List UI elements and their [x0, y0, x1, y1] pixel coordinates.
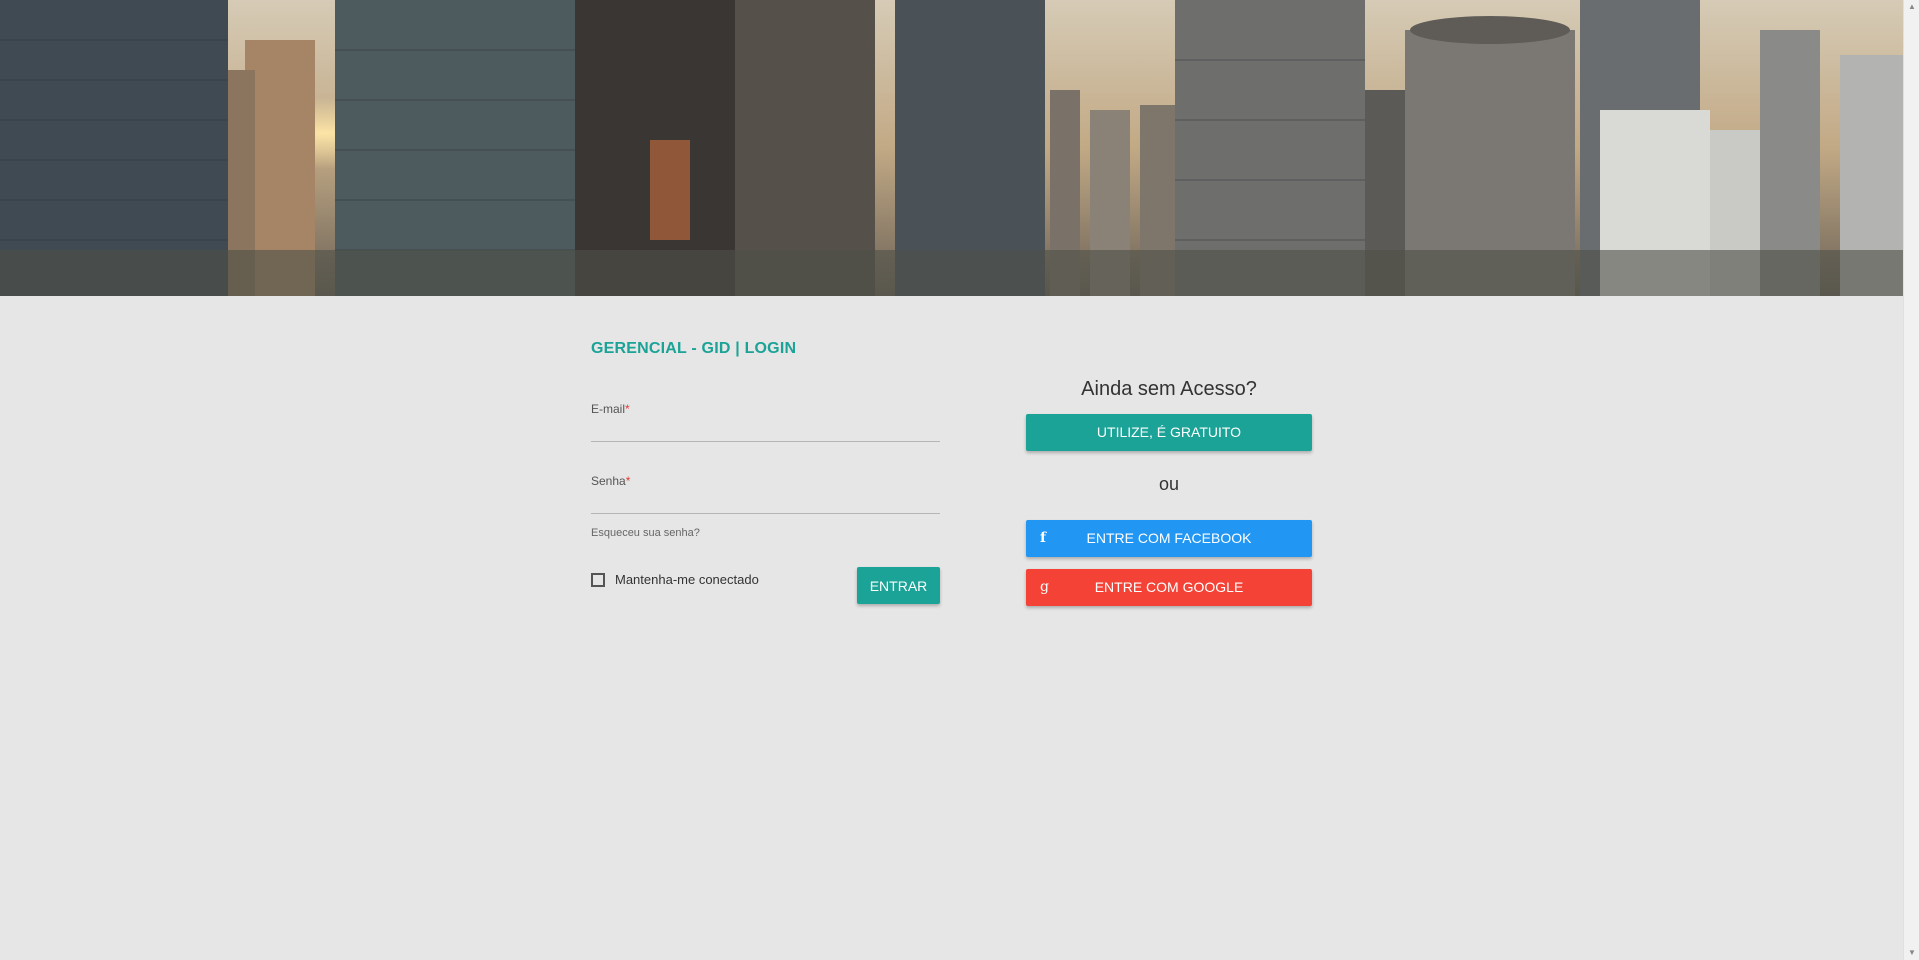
password-field-group: Senha* [591, 474, 940, 514]
password-label: Senha [591, 474, 626, 488]
login-form: GERENCIAL - GID | LOGIN E-mail* Senha* E… [591, 340, 940, 604]
google-icon: g [1040, 579, 1049, 595]
city-skyline-image [0, 0, 1903, 296]
forgot-password-link[interactable]: Esqueceu sua senha? [591, 527, 700, 539]
facebook-login-button[interactable]: f ENTRE COM FACEBOOK [1026, 520, 1312, 557]
email-field-group: E-mail* [591, 402, 940, 442]
login-title: GERENCIAL - GID | LOGIN [591, 340, 797, 357]
facebook-login-label: ENTRE COM FACEBOOK [1086, 530, 1252, 546]
free-signup-button[interactable]: UTILIZE, É GRATUITO [1026, 414, 1312, 451]
email-label: E-mail [591, 402, 626, 416]
remember-me-toggle[interactable]: Mantenha-me conectado [591, 572, 759, 587]
facebook-icon: f [1040, 530, 1047, 546]
login-button[interactable]: ENTRAR [857, 567, 940, 604]
password-required-marker: * [625, 474, 631, 488]
scroll-up-icon[interactable]: ▲ [1904, 0, 1919, 14]
email-required-marker: * [625, 402, 630, 416]
signup-title: Ainda sem Acesso? [1081, 378, 1257, 400]
signup-panel: Ainda sem Acesso? UTILIZE, É GRATUITO ou… [1026, 378, 1312, 606]
header-banner-image [0, 0, 1903, 296]
free-signup-label: UTILIZE, É GRATUITO [1096, 424, 1242, 440]
email-input[interactable] [591, 416, 940, 442]
password-input[interactable] [591, 488, 940, 514]
remember-me-checkbox[interactable] [591, 572, 605, 587]
page-scrollbar[interactable]: ▲ ▼ [1903, 0, 1919, 960]
google-login-button[interactable]: g ENTRE COM GOOGLE [1026, 569, 1312, 606]
google-login-label: ENTRE COM GOOGLE [1094, 579, 1244, 595]
remember-me-label: Mantenha-me conectado [615, 572, 759, 587]
scroll-down-icon[interactable]: ▼ [1904, 946, 1919, 960]
or-separator: ou [1158, 474, 1180, 494]
